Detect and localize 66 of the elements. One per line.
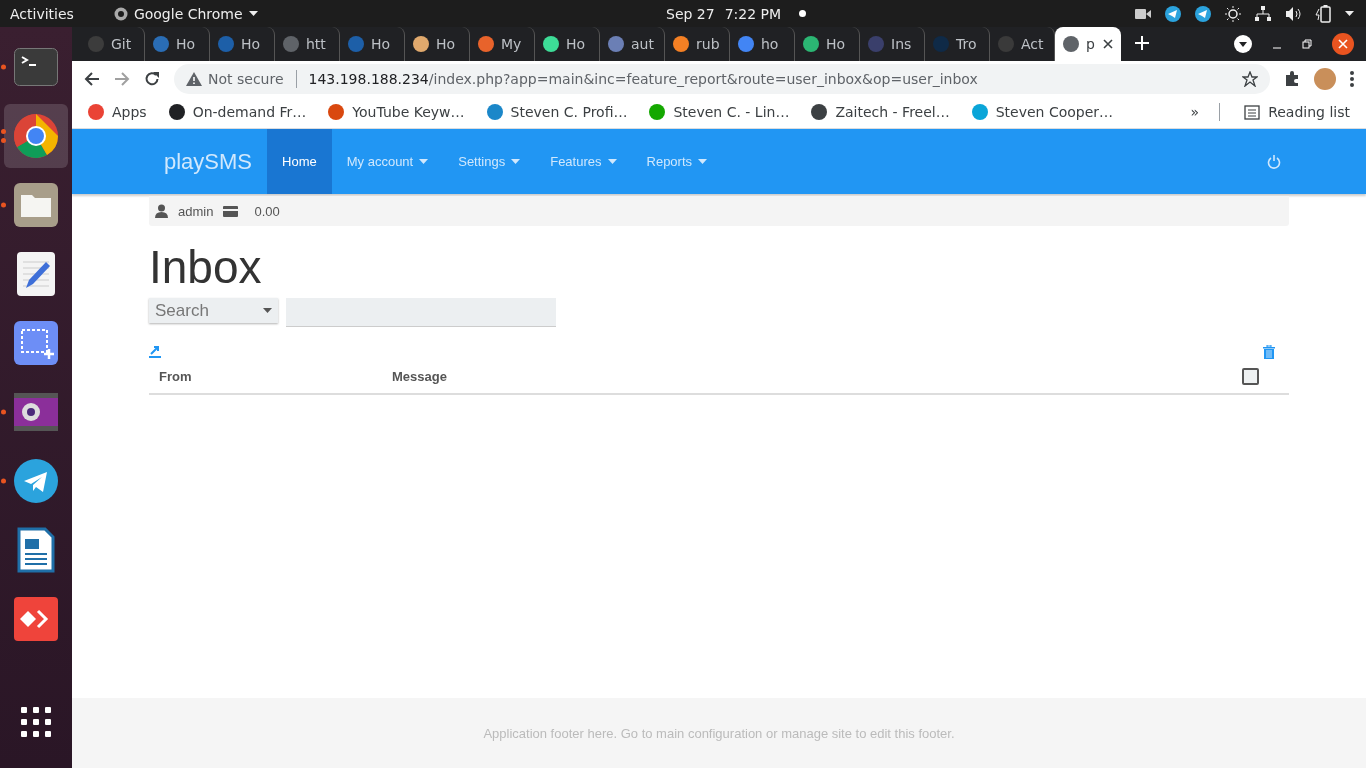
time-text[interactable]: 7:22 PM [724,5,782,22]
puzzle-icon[interactable] [1284,70,1300,87]
maximize-icon[interactable] [1302,39,1312,49]
select-all-checkbox[interactable] [1242,367,1259,385]
telegram-icon[interactable] [14,459,58,503]
nav-item[interactable]: Home [267,129,332,194]
folder-icon[interactable] [14,183,58,227]
address-bar[interactable]: Not secure 143.198.188.234/index.php?app=main&inc=feature_report&route=user_inbox&op=user_inbox [174,63,1270,94]
browser-tab[interactable]: p [1055,27,1121,61]
bookmark[interactable]: Steven C. - Lin… [645,102,794,122]
column-header: From [158,368,192,384]
app-menu[interactable]: Google Chrome [113,5,258,22]
caret-icon [607,159,617,164]
reload-icon[interactable] [144,70,160,87]
tab-search-icon[interactable] [1234,35,1252,53]
bookmark[interactable]: Zaitech - Freel… [807,102,954,122]
caret-icon [1345,11,1354,16]
export-icon[interactable] [149,345,161,358]
remote-desktop-icon[interactable] [14,597,58,641]
date-text[interactable]: Sep 27 [666,5,715,22]
bookmark[interactable]: Steven C. Profi… [482,102,632,122]
bookmark[interactable]: Apps [84,102,151,122]
delete-icon[interactable] [1263,345,1275,359]
volume-icon[interactable] [1285,5,1301,22]
forward-icon[interactable] [114,70,130,87]
credit-card-icon [223,205,239,217]
screenshot-icon[interactable] [14,321,58,365]
terminal-icon[interactable] [14,48,58,86]
bookmark[interactable]: YouTube Keyw… [324,102,469,122]
warning-icon [186,71,202,86]
credit-balance: 0.00 [254,203,280,219]
more-bookmarks-button[interactable]: » [1190,104,1200,120]
reading-list-icon [1244,104,1261,120]
bookmark[interactable]: On-demand Fr… [164,102,311,122]
caret-icon [263,308,272,313]
caret-icon [511,159,521,164]
search-dropdown[interactable]: Search [149,298,278,323]
brightness-icon[interactable] [1225,5,1241,22]
menu-icon[interactable] [1350,70,1354,87]
search-field[interactable] [286,298,556,327]
column-header: Message [391,368,447,384]
document-icon[interactable] [17,527,55,573]
new-tab-icon[interactable] [1135,36,1149,50]
telegram-icon[interactable] [1165,5,1181,22]
caret-icon [248,11,258,16]
star-icon[interactable] [1242,70,1258,87]
battery-icon[interactable] [1315,4,1331,23]
app-grid-icon[interactable] [20,706,52,738]
caret-icon [419,159,429,164]
telegram-icon[interactable] [1195,5,1211,22]
footer-text: Application footer here. Go to main configuration or manage site to edit this footer. [483,725,955,741]
page-title: Inbox [149,244,263,290]
camera-icon[interactable] [1135,7,1151,20]
close-icon[interactable] [1332,33,1354,55]
network-icon[interactable] [1255,5,1271,22]
profile-avatar[interactable] [1314,67,1336,90]
bookmark[interactable]: Steven Cooper… [967,102,1118,122]
caret-icon [698,159,708,164]
user-icon [155,204,168,218]
back-icon[interactable] [84,70,100,87]
activities-button[interactable]: Activities [10,5,74,22]
close-icon[interactable] [1103,39,1113,49]
reading-list-button[interactable]: Reading list [1240,102,1354,122]
username: admin [178,203,214,219]
text-editor-icon[interactable] [17,252,55,296]
video-editor-icon[interactable] [14,393,58,431]
